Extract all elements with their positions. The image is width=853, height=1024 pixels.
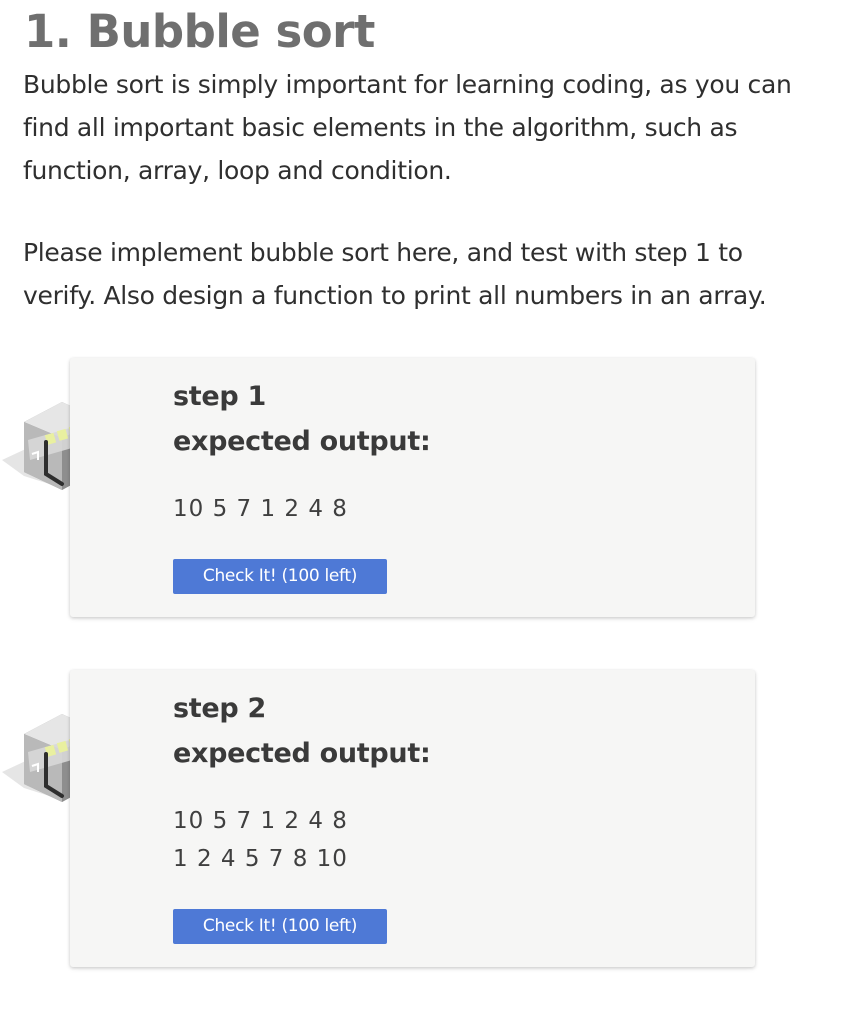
expected-output-label: expected output: <box>173 738 431 769</box>
instructions-paragraph: Please implement bubble sort here, and t… <box>23 238 767 310</box>
expected-output-label: expected output: <box>173 426 431 457</box>
page-title: 1. Bubble sort <box>24 5 375 58</box>
check-it-button[interactable]: Check It! (100 left) <box>173 559 387 594</box>
check-it-button[interactable]: Check It! (100 left) <box>173 909 387 944</box>
expected-output-line: 10 5 7 1 2 4 8 <box>173 808 348 834</box>
step-card: step 1 expected output: 10 5 7 1 2 4 8 C… <box>70 358 755 617</box>
intro-paragraph: Bubble sort is simply important for lear… <box>23 70 792 185</box>
expected-output-line: 1 2 4 5 7 8 10 <box>173 846 348 872</box>
expected-output-line: 10 5 7 1 2 4 8 <box>173 496 348 522</box>
step-title: step 2 <box>173 693 267 724</box>
step-title: step 1 <box>173 381 267 412</box>
step-card: step 2 expected output: 10 5 7 1 2 4 8 1… <box>70 670 755 967</box>
